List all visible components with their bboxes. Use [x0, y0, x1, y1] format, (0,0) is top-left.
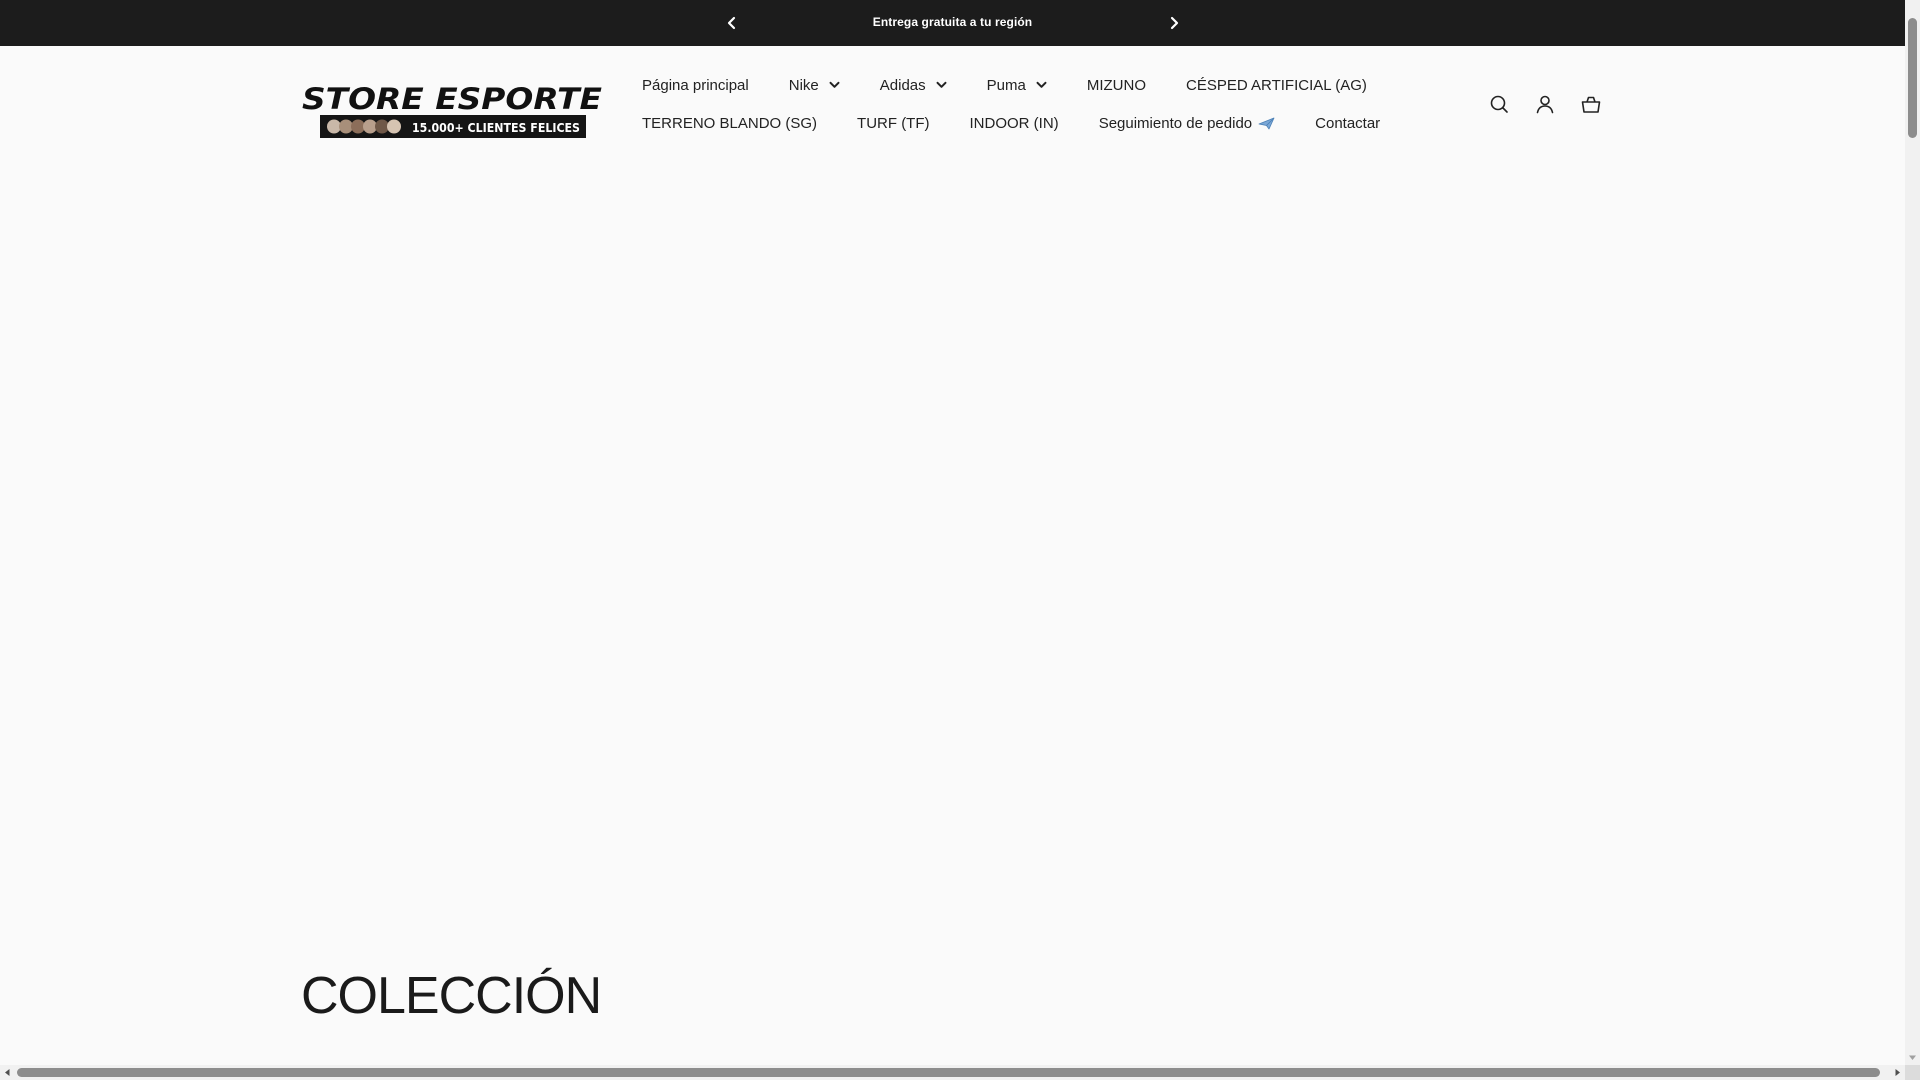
announcement-bar: Entrega gratuita a tu región [0, 0, 1905, 46]
horizontal-scrollbar[interactable] [0, 1065, 1905, 1080]
airplane-emoji-icon [1258, 116, 1275, 131]
nav-item-puma[interactable]: Puma [987, 77, 1047, 94]
nav-item-label: INDOOR (IN) [969, 114, 1059, 132]
nav-item-label: Nike [788, 76, 819, 94]
scroll-right-arrow-icon[interactable] [1893, 1068, 1902, 1077]
nav-item-terreno-blando-sg[interactable]: TERRENO BLANDO (SG) [642, 115, 817, 132]
nav-item-contactar[interactable]: Contactar [1315, 115, 1380, 132]
nav-item-label: TURF (TF) [857, 114, 930, 132]
chevron-right-icon [1170, 16, 1179, 30]
nav-item-label: MIZUNO [1086, 76, 1146, 94]
nav-item-label: Página principal [642, 76, 749, 94]
nav-item-nike[interactable]: Nike [789, 77, 840, 94]
site-header: STORE ESPORTE 15.000+ CLIENTES FELICES P… [0, 46, 1905, 156]
scroll-left-arrow-icon[interactable] [3, 1068, 12, 1077]
page-viewport: Entrega gratuita a tu región STORE ESPOR… [0, 0, 1905, 1065]
chevron-down-icon [829, 81, 840, 89]
main-nav-row-2: TERRENO BLANDO (SG) TURF (TF) INDOOR (IN) S… [642, 112, 1420, 134]
nav-item-label: TERRENO BLANDO (SG) [642, 114, 818, 132]
cart-button[interactable] [1580, 93, 1602, 115]
horizontal-scrollbar-thumb[interactable] [17, 1068, 1880, 1077]
collection-title: COLECCIÓN [301, 967, 602, 1025]
search-button[interactable] [1488, 93, 1510, 115]
announcement-prev-button[interactable] [721, 12, 743, 34]
nav-item-label: CÉSPED ARTIFICIAL (AG) [1186, 76, 1367, 94]
store-logo[interactable]: STORE ESPORTE 15.000+ CLIENTES FELICES [302, 82, 604, 138]
nav-item-adidas[interactable]: Adidas [880, 77, 947, 94]
nav-item-turf-tf[interactable]: TURF (TF) [857, 115, 929, 132]
main-nav-row-1: Página principal Nike Adidas Puma MIZUNO CÉSP… [642, 74, 1407, 96]
header-actions [1488, 93, 1626, 115]
nav-item-pagina-principal[interactable]: Página principal [642, 77, 749, 94]
vertical-scrollbar-thumb[interactable] [1908, 18, 1917, 138]
cart-icon [1581, 96, 1601, 113]
chevron-left-icon [727, 16, 736, 30]
vertical-scrollbar[interactable] [1905, 0, 1920, 1065]
announcement-message: Entrega gratuita a tu región [872, 15, 1033, 29]
nav-item-cesped-artificial-ag[interactable]: CÉSPED ARTIFICIAL (AG) [1186, 77, 1367, 94]
nav-item-label: Adidas [879, 76, 926, 94]
chevron-down-icon [1036, 81, 1047, 89]
nav-item-mizuno[interactable]: MIZUNO [1087, 77, 1146, 94]
logo-brand-text: STORE ESPORTE [302, 82, 602, 116]
chevron-down-icon [936, 81, 947, 89]
announcement-next-button[interactable] [1163, 12, 1185, 34]
nav-item-label: Puma [986, 76, 1026, 94]
nav-item-seguimiento-de-pedido[interactable]: Seguimiento de pedido [1099, 115, 1275, 132]
scrollbar-corner [1905, 1065, 1920, 1080]
account-button[interactable] [1534, 93, 1556, 115]
account-icon [1536, 95, 1554, 114]
nav-item-label: Seguimiento de pedido [1098, 114, 1253, 132]
nav-item-indoor-in[interactable]: INDOOR (IN) [970, 115, 1059, 132]
search-icon [1490, 95, 1508, 113]
logo-badge-text: 15.000+ CLIENTES FELICES [412, 121, 580, 135]
scroll-down-arrow-icon[interactable] [1908, 1053, 1917, 1062]
nav-item-label: Contactar [1315, 114, 1381, 132]
